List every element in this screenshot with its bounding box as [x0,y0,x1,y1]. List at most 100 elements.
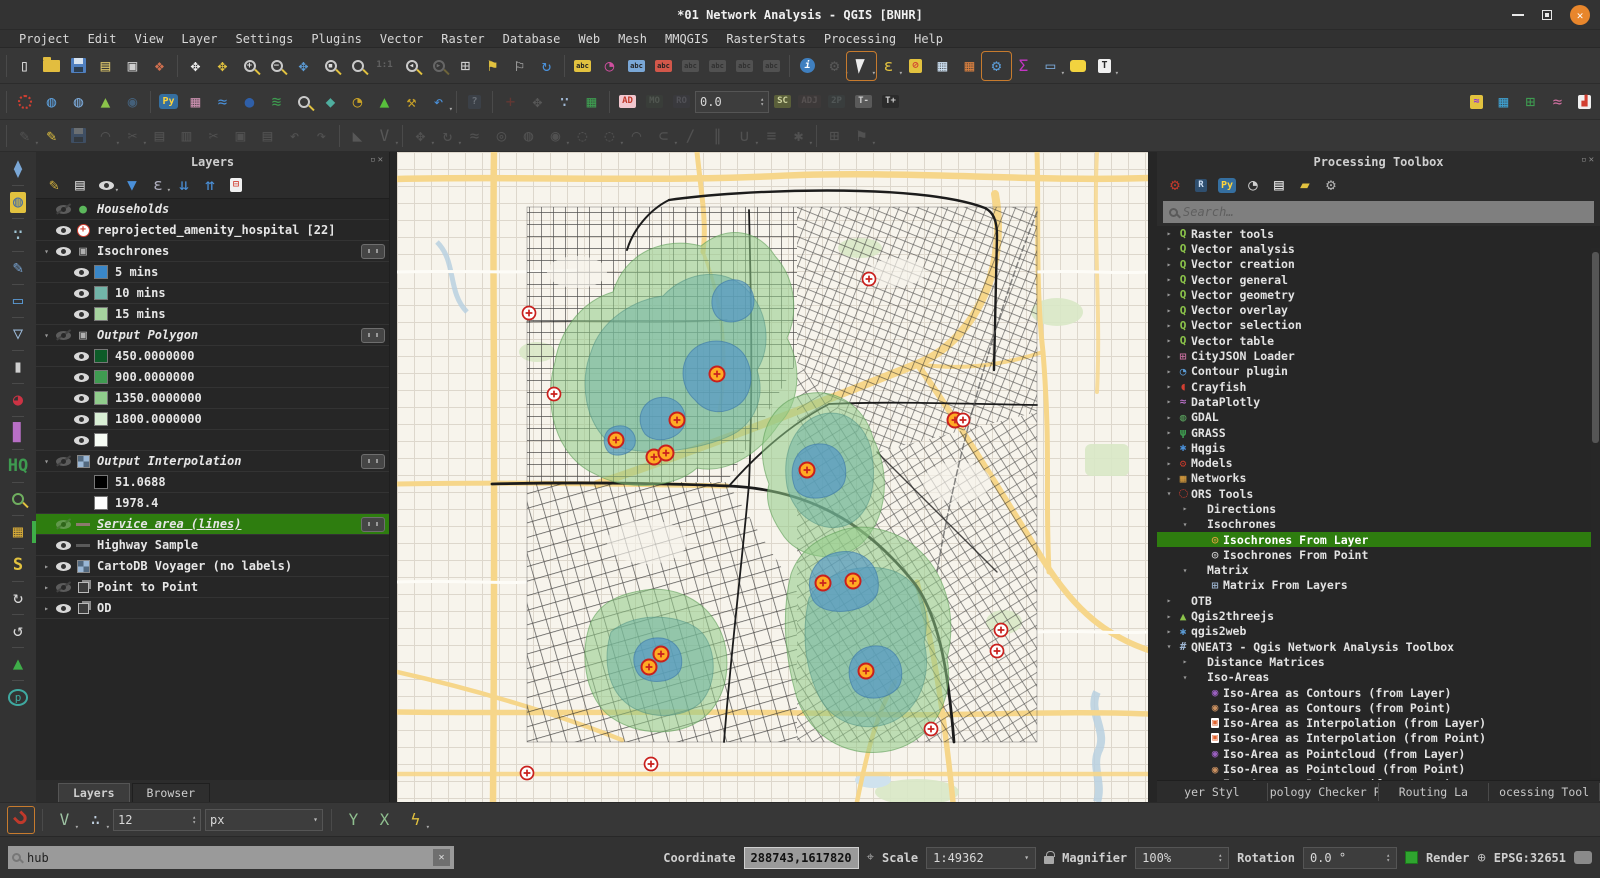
open-layer-styling-button[interactable]: ✎ [42,174,66,196]
mmqgis-tools-button[interactable]: ▦ [182,89,209,115]
algorithm-otb[interactable]: ▸OTB [1157,593,1600,608]
collapse-all-button[interactable]: ⇈ [198,174,222,196]
undo-plugin-button[interactable]: ↺ [4,618,32,644]
serval-raster-tools-button[interactable]: ≈ [1463,89,1490,115]
layer-item-1978-4[interactable]: 1978.4 [36,493,389,514]
select-by-value-button[interactable]: ε▾ [875,53,902,79]
highlight-pinned-labels-button[interactable]: abc [650,53,677,79]
visibility-eye-icon[interactable] [56,457,71,466]
sld4raster-button[interactable]: ▦ [1490,89,1517,115]
visibility-eye-icon[interactable] [74,415,89,424]
menu-edit[interactable]: Edit [79,32,126,46]
menu-help[interactable]: Help [905,32,952,46]
menu-mesh[interactable]: Mesh [609,32,656,46]
lock-scale-icon[interactable] [1044,856,1054,864]
dataplotly-panel-button[interactable]: ≈ [209,89,236,115]
algorithm-ors-tools[interactable]: ▾ORS Tools [1157,486,1600,501]
algorithm-crayfish[interactable]: ▸◖Crayfish [1157,379,1600,394]
models-menu-button[interactable]: ⚙ [1163,174,1187,196]
algorithm-vector-table[interactable]: ▸QVector table [1157,333,1600,348]
algorithm-qgis2web[interactable]: ▸✱qgis2web [1157,624,1600,639]
algorithm-iso-area-as-pointcloud-from-layer[interactable]: ◉Iso-Area as Pointcloud (from Layer) [1157,746,1600,761]
text-annotation-button[interactable]: T▾ [1091,53,1118,79]
plugin-chip-button[interactable]: ▭ [4,288,32,314]
algorithm-isochrones[interactable]: ▾Isochrones [1157,517,1600,532]
locator-search[interactable]: ✕ [8,846,454,869]
algorithm-iso-area-as-contours-from-layer[interactable]: ◉Iso-Area as Contours (from Layer) [1157,685,1600,700]
algorithm-iso-area-as-interpolation-from-layer[interactable]: ▣Iso-Area as Interpolation (from Layer) [1157,716,1600,731]
deselect-all-button[interactable]: ⊘ [902,53,929,79]
algorithm-cityjson-loader[interactable]: ▸⊞CityJSON Loader [1157,348,1600,363]
gdrive-plugin-button[interactable]: ▲ [4,651,32,677]
layer-item-highway-sample[interactable]: Highway Sample [36,535,389,556]
contour-tool-button[interactable]: ◔ [344,89,371,115]
remove-layer-button[interactable]: ⊟ [224,174,248,196]
options-wrench-button[interactable]: ⚙ [1319,174,1343,196]
algorithm-qgis2threejs[interactable]: ▸▲Qgis2threejs [1157,608,1600,623]
panel-dock-icon[interactable]: ▫✕ [370,155,385,165]
visibility-eye-icon[interactable] [74,268,89,277]
quick-draw-button[interactable]: ✎ [4,255,32,281]
text-increase-button[interactable]: T+ [877,89,904,115]
expander-icon[interactable]: ▾ [40,247,53,256]
metasearch-catalog-button[interactable]: ◍ [65,89,92,115]
layer-item-cartodb-voyager-no-labels[interactable]: ▸CartoDB Voyager (no labels) [36,556,389,577]
algorithm-gdal[interactable]: ▸◍GDAL [1157,410,1600,425]
magnifier-spinner[interactable]: 100%▴▾ [1135,847,1229,869]
layer-item-reprojected-amenity-hospital-22[interactable]: +reprojected_amenity_hospital [22] [36,220,389,241]
pan-to-selection-button[interactable]: ✥ [209,53,236,79]
tab-browser[interactable]: Browser [132,783,210,802]
snap-intersection-button[interactable]: X [371,807,398,833]
cad-angle-spin[interactable]: 0.0▴▾ [695,91,769,113]
expander-icon[interactable]: ▾ [40,331,53,340]
new-project-button[interactable]: ▯ [11,53,38,79]
visibility-eye-icon[interactable] [56,520,71,529]
layer-item-isochrones[interactable]: ▾▣Isochrones [36,241,389,262]
layer-item-51-0688[interactable]: 51.0688 [36,472,389,493]
algorithm-matrix-from-layers[interactable]: ⊞Matrix From Layers [1157,578,1600,593]
layer-item-point-to-point[interactable]: ▸Point to Point [36,577,389,598]
topological-editing-button[interactable]: Y [340,807,367,833]
panel-tab-ocessing-tool[interactable]: ocessing Tool [1489,783,1600,801]
minimize-button[interactable] [1512,14,1524,16]
python-scripts-button[interactable]: Py [1215,174,1239,196]
label-diagram-button[interactable]: ◔ [596,53,623,79]
filter-legend-button[interactable]: ▼ [120,174,144,196]
zoom-level-plugin-button[interactable] [290,89,317,115]
visibility-eye-icon[interactable] [74,289,89,298]
menu-layer[interactable]: Layer [172,32,226,46]
render-checkbox[interactable] [1405,851,1418,864]
enable-snapping-button[interactable] [8,807,34,833]
algorithm-isochrones-from-point[interactable]: ◎Isochrones From Point [1157,547,1600,562]
map-themes-plugin-button[interactable]: ▦ [4,519,32,545]
visibility-eye-icon[interactable] [56,205,71,214]
visibility-eye-icon[interactable] [56,226,71,235]
layer-item-10-mins[interactable]: 10 mins [36,283,389,304]
layer-item-service-area-lines[interactable]: Service area (lines) [36,514,389,535]
layer-item-1350-0000000[interactable]: 1350.0000000 [36,388,389,409]
menu-project[interactable]: Project [10,32,79,46]
menu-settings[interactable]: Settings [227,32,303,46]
python-console-button[interactable]: Py [155,89,182,115]
row-indicator-button[interactable] [361,517,385,532]
expander-icon[interactable]: ▸ [40,562,53,571]
visibility-eye-icon[interactable] [74,310,89,319]
tab-layers[interactable]: Layers [58,783,130,802]
expander-icon[interactable]: ▸ [40,604,53,613]
expand-all-button[interactable]: ⇊ [172,174,196,196]
manage-map-themes-button[interactable]: ▾ [94,174,118,196]
menu-raster[interactable]: Raster [432,32,493,46]
algorithm-isochrones-from-layer[interactable]: ◎Isochrones From Layer [1157,532,1600,547]
layer-labeling-button[interactable]: abc [569,53,596,79]
ph-geoportal-button[interactable]: ◕ [4,387,32,413]
ors-tools-button[interactable] [11,89,38,115]
layer-item-od[interactable]: ▸OD [36,598,389,619]
layer-item-households[interactable]: ●Households [36,199,389,220]
zoom-plugin-button[interactable] [4,486,32,512]
statistical-summary-button[interactable]: Σ [1010,53,1037,79]
undo-view-button[interactable]: ↶▾ [425,89,452,115]
pin-labels-button[interactable]: abc [623,53,650,79]
snap-tolerance-spinner[interactable]: 12▴▾ [113,809,201,831]
search-layers-button[interactable]: ◉ [119,89,146,115]
add-wms-layer-button[interactable]: ◍ [38,89,65,115]
